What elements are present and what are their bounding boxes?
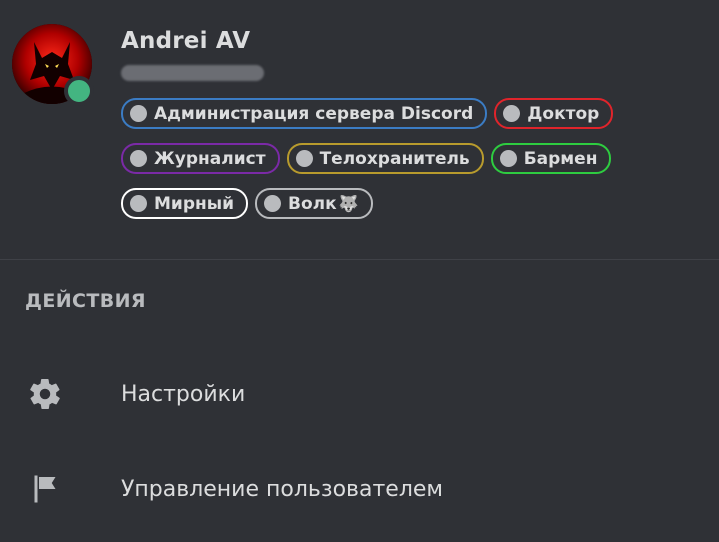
role-label: Бармен xyxy=(523,148,598,169)
role-remove-dot[interactable] xyxy=(130,195,147,212)
role-label: Журналист xyxy=(154,148,266,169)
role-pill-bodyguard[interactable]: Телохранитель xyxy=(286,143,484,174)
role-remove-dot[interactable] xyxy=(503,105,521,122)
role-row: Журналист Телохранитель Бармен xyxy=(121,143,711,174)
wolf-emoji-icon: 🐺 xyxy=(338,194,359,213)
role-remove-dot[interactable] xyxy=(130,105,147,122)
role-pill-administration[interactable]: Администрация сервера Discord xyxy=(121,98,488,129)
role-pill-wolf[interactable]: Волк 🐺 xyxy=(255,188,373,219)
settings-action[interactable]: Настройки xyxy=(0,351,719,437)
redacted-user-tag xyxy=(121,65,264,81)
username: Andrei AV xyxy=(121,28,251,54)
user-profile-header: Andrei AV Администрация сервера Discord … xyxy=(0,0,719,259)
role-label: Телохранитель xyxy=(319,148,470,169)
role-list: Администрация сервера Discord Доктор Жур… xyxy=(121,98,711,233)
role-row: Администрация сервера Discord Доктор xyxy=(121,98,711,129)
role-label: Доктор xyxy=(527,103,600,124)
manage-user-action[interactable]: Управление пользователем xyxy=(0,446,719,532)
gear-icon xyxy=(30,378,60,410)
role-remove-dot[interactable] xyxy=(499,150,517,167)
role-row: Мирный Волк 🐺 xyxy=(121,188,711,219)
role-pill-doctor[interactable]: Доктор xyxy=(494,98,614,129)
flag-icon xyxy=(34,475,56,503)
manage-user-label: Управление пользователем xyxy=(121,476,444,502)
role-label: Волк xyxy=(288,193,337,214)
role-pill-bartender[interactable]: Бармен xyxy=(490,143,612,174)
settings-label: Настройки xyxy=(121,381,246,407)
role-remove-dot[interactable] xyxy=(295,150,313,167)
role-remove-dot[interactable] xyxy=(264,195,282,212)
role-label: Мирный xyxy=(154,193,235,214)
role-remove-dot[interactable] xyxy=(130,150,147,167)
online-status-indicator xyxy=(64,76,94,106)
role-pill-civilian[interactable]: Мирный xyxy=(121,188,249,219)
section-divider xyxy=(0,259,719,260)
role-pill-journalist[interactable]: Журналист xyxy=(121,143,280,174)
role-label: Администрация сервера Discord xyxy=(154,103,474,124)
actions-section-title: ДЕЙСТВИЯ xyxy=(25,290,146,312)
